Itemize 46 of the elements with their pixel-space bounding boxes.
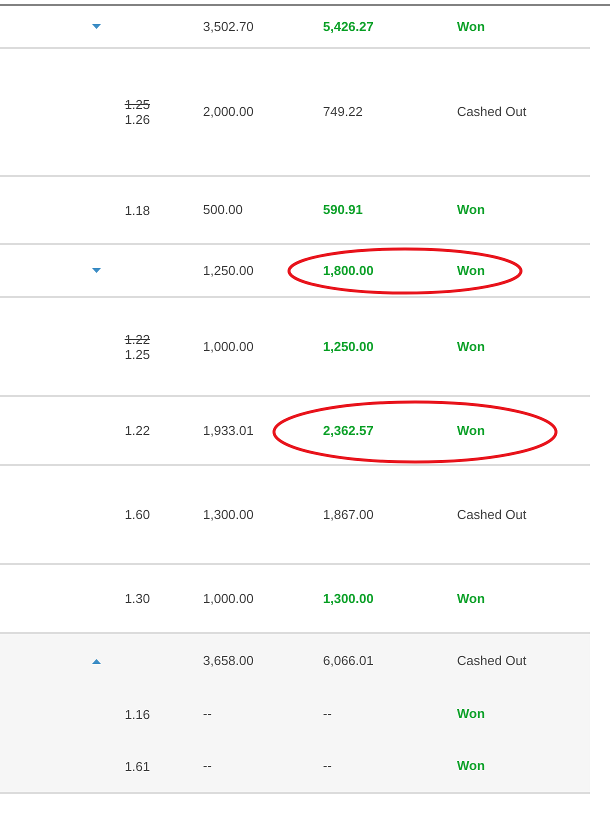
- return-amount: 2,362.57: [323, 422, 375, 440]
- old-odds: 1.25: [124, 97, 150, 112]
- status: Won: [457, 422, 485, 438]
- status: Won: [457, 706, 485, 722]
- odds: 1.16: [124, 706, 150, 722]
- odds: 1.60: [124, 507, 150, 522]
- return-amount: --: [323, 705, 333, 724]
- status: Cashed Out: [457, 506, 526, 522]
- return-amount: 1,300.00: [323, 590, 375, 608]
- caret-down-icon[interactable]: [92, 24, 101, 29]
- status: Won: [457, 202, 485, 218]
- caret-down-icon[interactable]: [92, 268, 101, 273]
- odds: 1.26: [124, 112, 150, 127]
- stake: 2,000.00: [203, 103, 255, 122]
- stake: 1,000.00: [203, 338, 255, 356]
- return-amount: 1,800.00: [323, 262, 375, 280]
- caret-up-icon[interactable]: [92, 658, 101, 664]
- status: Cashed Out: [457, 653, 526, 668]
- stake: 3,502.70: [203, 18, 255, 36]
- odds: 1.25: [124, 346, 150, 362]
- stake: 500.00: [203, 201, 244, 220]
- return-amount: 1,867.00: [323, 506, 375, 524]
- stake: 1,933.01: [203, 422, 255, 440]
- stake: 1,000.00: [203, 590, 255, 608]
- return-amount: 1,250.00: [323, 338, 375, 356]
- odds: 1.22: [124, 423, 150, 438]
- return-amount: 590.91: [323, 201, 364, 220]
- status: Won: [457, 338, 485, 354]
- stake: 1,250.00: [203, 262, 255, 280]
- stake: --: [203, 705, 213, 724]
- status: Cashed Out: [457, 104, 526, 120]
- return-amount: --: [323, 757, 333, 776]
- return-amount: 6,066.01: [323, 652, 375, 670]
- odds: 1.18: [124, 202, 150, 218]
- old-odds: 1.22: [124, 332, 150, 346]
- status: Won: [457, 262, 485, 278]
- status: Won: [457, 18, 485, 34]
- status: Won: [457, 590, 485, 606]
- status: Won: [457, 758, 485, 774]
- stake: 3,658.00: [203, 652, 255, 670]
- stake: 1,300.00: [203, 506, 255, 524]
- return-amount: 5,426.27: [323, 18, 375, 36]
- stake: --: [203, 757, 213, 776]
- odds: 1.61: [124, 758, 150, 774]
- return-amount: 749.22: [323, 103, 364, 122]
- odds: 1.30: [124, 591, 150, 606]
